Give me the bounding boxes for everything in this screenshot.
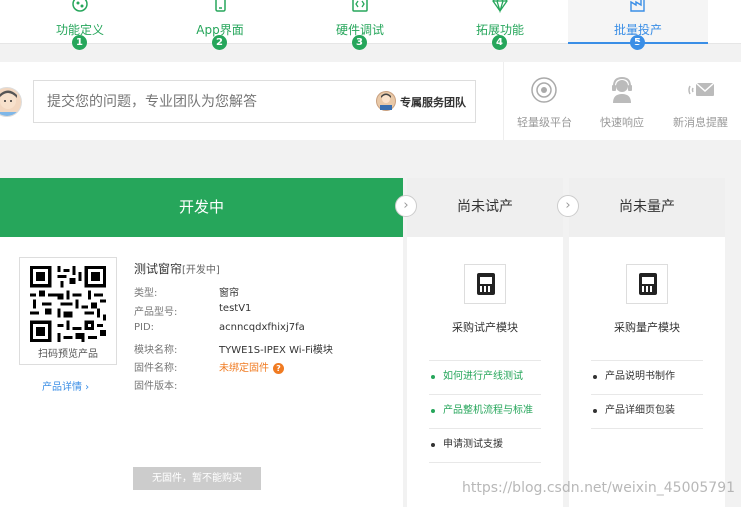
list-item[interactable]: 产品说明书制作 <box>591 361 703 395</box>
field-key: 产品型号: <box>134 307 178 318</box>
mass-production-panel: 尚未量产 采购量产模块 产品说明书制作 产品详细页包装 <box>569 178 725 507</box>
field-key: PID: <box>134 322 155 333</box>
mass-list: 产品说明书制作 产品详细页包装 <box>591 360 703 429</box>
info-row-model: 产品型号: testV1 <box>134 303 394 321</box>
field-key: 模块名称: <box>134 345 178 356</box>
feature-label: 新消息提醒 <box>673 116 728 129</box>
step-extended-features[interactable]: 拓展功能 4 <box>430 0 570 50</box>
info-row-firmware-version: 固件版本: <box>134 377 394 395</box>
chevron-right-icon: › <box>395 195 417 217</box>
field-value: acnncqdxfhixj7fa <box>219 322 305 333</box>
product-details-link[interactable]: 产品详情 › <box>42 378 89 393</box>
product-name: 测试窗帘 <box>134 262 183 276</box>
active-step-underline <box>568 42 708 44</box>
qr-code-icon <box>30 266 106 342</box>
product-title: 测试窗帘[开发中] <box>134 260 220 277</box>
list-item[interactable]: 产品详细页包装 <box>591 395 703 429</box>
step-app-ui[interactable]: App界面 2 <box>150 0 290 50</box>
firmware-status-text: 未绑定固件 <box>219 363 269 374</box>
firmware-status[interactable]: 未绑定固件? <box>219 359 284 374</box>
info-row-type: 类型: 窗帘 <box>134 284 394 302</box>
service-bar: 专属服务团队 轻量级平台 快速响应 新消息提醒 <box>0 62 741 140</box>
factory-icon <box>630 0 645 12</box>
field-value: TYWE1S-IPEX Wi-Fi模块 <box>219 345 333 356</box>
status-header-developing: 开发中 <box>0 178 403 237</box>
chevron-right-icon: › <box>557 195 579 217</box>
support-agent-icon <box>612 76 632 103</box>
watermark: https://blog.csdn.net/weixin_45005791 <box>462 480 736 496</box>
step-hardware-debug[interactable]: 硬件调试 3 <box>290 0 430 50</box>
feature-lightweight-platform: 轻量级平台 <box>512 62 576 140</box>
service-team-button[interactable]: 专属服务团队 <box>376 88 472 114</box>
development-panel: 开发中 扫码预览产品 产品详情 › 测试窗帘[开发中] 类型: 窗帘 产品型号: <box>0 178 403 507</box>
qr-code-card[interactable]: 扫码预览产品 <box>19 257 117 365</box>
field-key: 类型: <box>134 288 158 299</box>
help-icon[interactable]: ? <box>273 363 284 374</box>
field-value: 窗帘 <box>219 288 239 299</box>
status-header-mass: 尚未量产 <box>569 178 725 237</box>
step-number: 4 <box>492 35 507 50</box>
target-icon <box>531 77 557 103</box>
step-number: 3 <box>352 35 367 50</box>
list-item[interactable]: 申请测试支援 <box>429 429 541 463</box>
step-mass-production[interactable]: 批量投产 5 <box>568 0 708 50</box>
diamond-icon <box>492 0 508 14</box>
status-badge: [开发中] <box>182 265 220 276</box>
feature-label: 快速响应 <box>600 116 644 129</box>
service-team-label: 专属服务团队 <box>400 96 466 109</box>
feature-new-message-alert: 新消息提醒 <box>668 62 738 140</box>
divider <box>503 62 504 140</box>
code-icon <box>352 0 368 12</box>
mail-bell-icon <box>688 82 715 96</box>
phone-icon <box>215 0 226 12</box>
info-row-firmware: 固件名称: 未绑定固件? <box>134 359 394 377</box>
list-item[interactable]: 如何进行产线测试 <box>429 361 541 395</box>
trial-production-panel: 尚未试产 采购试产模块 如何进行产线测试 产品整机流程与标准 申请测试支援 <box>407 178 563 507</box>
feature-label: 轻量级平台 <box>517 116 572 129</box>
feature-fast-response: 快速响应 <box>594 62 650 140</box>
status-header-trial: 尚未试产 <box>407 178 563 237</box>
buy-button[interactable]: 无固件，暂不能购买 <box>133 467 261 490</box>
progress-stepper: 功能定义 1 App界面 2 硬件调试 3 拓展功能 4 批量投产 5 <box>0 0 741 50</box>
step-feature-definition[interactable]: 功能定义 1 <box>10 0 150 50</box>
buy-trial-module-link[interactable]: 采购试产模块 <box>407 319 563 335</box>
field-key: 固件名称: <box>134 363 178 374</box>
info-row-module: 模块名称: TYWE1S-IPEX Wi-Fi模块 <box>134 341 394 359</box>
field-key: 固件版本: <box>134 381 178 392</box>
module-chip-icon[interactable] <box>464 264 506 304</box>
qr-caption: 扫码预览产品 <box>38 349 98 360</box>
trial-list: 如何进行产线测试 产品整机流程与标准 申请测试支援 <box>429 360 541 463</box>
step-number: 1 <box>72 35 87 50</box>
agent-avatar-icon <box>376 91 396 111</box>
module-chip-icon[interactable] <box>626 264 668 304</box>
avatar <box>0 87 22 117</box>
list-item[interactable]: 产品整机流程与标准 <box>429 395 541 429</box>
info-row-pid: PID: acnncqdxfhixj7fa <box>134 322 394 340</box>
palette-icon <box>72 0 88 12</box>
step-number: 2 <box>212 35 227 50</box>
field-value: testV1 <box>219 303 252 314</box>
buy-mass-module-link[interactable]: 采购量产模块 <box>569 319 725 335</box>
